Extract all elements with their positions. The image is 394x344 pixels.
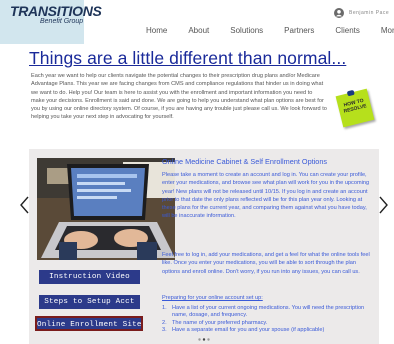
instruction-video-button[interactable]: Instruction Video bbox=[39, 270, 140, 284]
site-header: TRANSITIONS Benefit Group Home About Sol… bbox=[0, 0, 394, 44]
account-name[interactable]: Benjamin Pace bbox=[349, 10, 389, 16]
carousel-pagination[interactable] bbox=[198, 338, 210, 341]
panel-paragraph-1: Please take a moment to create an accoun… bbox=[162, 172, 370, 220]
nav-item-solutions[interactable]: Solutions bbox=[230, 26, 263, 35]
prep-checklist: 1. Have a list of your current ongoing me… bbox=[162, 305, 376, 334]
page-title: Things are a little different than norma… bbox=[29, 48, 347, 68]
list-item: 1. Have a list of your current ongoing me… bbox=[162, 305, 365, 319]
info-carousel: Instruction Video Steps to Setup Acct On… bbox=[19, 149, 391, 344]
intro-paragraph: Each year we want to help our clients na… bbox=[31, 73, 327, 121]
panel-title: Online Medicine Cabinet & Self Enrollmen… bbox=[162, 157, 328, 166]
laptop-photo bbox=[37, 158, 175, 260]
list-item: 3. Have a separate email for you and your… bbox=[162, 326, 325, 333]
nav-item-partners[interactable]: Partners bbox=[284, 26, 314, 35]
online-enrollment-button[interactable]: Online Enrollment Site bbox=[35, 316, 143, 331]
main-nav: Home About Solutions Partners Clients Mo… bbox=[146, 26, 394, 35]
pushpin-icon bbox=[346, 89, 355, 97]
nav-item-more[interactable]: More bbox=[381, 26, 394, 35]
nav-item-clients[interactable]: Clients bbox=[335, 26, 359, 35]
sticky-note-text: HOW TO RESOLVE bbox=[343, 97, 368, 115]
logo[interactable]: TRANSITIONS Benefit Group bbox=[0, 0, 102, 44]
user-icon[interactable] bbox=[334, 8, 344, 18]
chevron-left-icon[interactable] bbox=[17, 195, 33, 215]
list-item: 2. The name of your preferred pharmacy. bbox=[162, 319, 268, 326]
chevron-right-icon[interactable] bbox=[375, 195, 391, 215]
sticky-note-image: HOW TO RESOLVE bbox=[335, 88, 375, 128]
checklist-title[interactable]: Preparing for your online account set up… bbox=[162, 295, 263, 301]
list-item-text: Have a list of your current ongoing medi… bbox=[172, 305, 365, 319]
list-item-text: Have a separate email for you and your s… bbox=[172, 326, 325, 333]
nav-item-about[interactable]: About bbox=[188, 26, 209, 35]
account-menu[interactable]: Benjamin Pace bbox=[334, 8, 389, 18]
setup-account-button[interactable]: Steps to Setup Acct bbox=[39, 295, 140, 309]
panel-paragraph-2: Feel free to log in, add your medication… bbox=[162, 252, 370, 275]
list-item-text: The name of your preferred pharmacy. bbox=[172, 319, 268, 326]
logo-wordmark: TRANSITIONS bbox=[10, 3, 102, 19]
nav-item-home[interactable]: Home bbox=[146, 26, 167, 35]
logo-tagline: Benefit Group bbox=[40, 18, 84, 25]
